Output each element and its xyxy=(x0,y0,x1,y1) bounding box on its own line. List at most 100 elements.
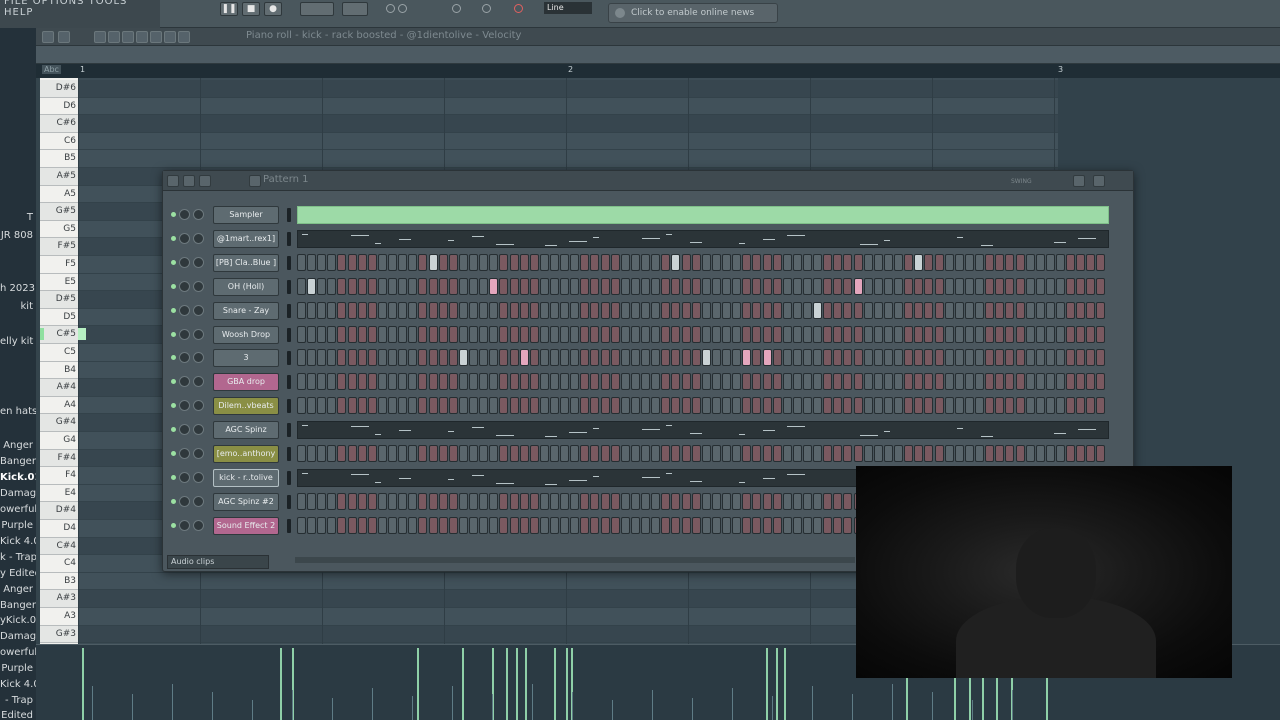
velocity-bar[interactable] xyxy=(532,684,533,720)
channel-select-bar[interactable] xyxy=(287,255,291,270)
step-button[interactable] xyxy=(1066,373,1076,391)
step-button[interactable] xyxy=(934,325,944,343)
velocity-bar[interactable] xyxy=(506,648,508,720)
step-button[interactable] xyxy=(297,492,306,510)
step-button[interactable] xyxy=(894,325,904,343)
step-button[interactable] xyxy=(681,349,691,367)
step-button[interactable] xyxy=(519,445,529,462)
step-button[interactable] xyxy=(408,445,418,462)
pan-knob[interactable] xyxy=(193,232,204,244)
step-button[interactable] xyxy=(752,397,762,415)
step-button[interactable] xyxy=(327,516,337,534)
step-button[interactable] xyxy=(539,277,549,295)
step-button[interactable] xyxy=(509,492,519,510)
step-button[interactable] xyxy=(701,349,711,367)
tempo-display[interactable] xyxy=(300,2,334,16)
step-button[interactable] xyxy=(448,301,458,319)
step-button[interactable] xyxy=(1076,397,1086,415)
step-button[interactable] xyxy=(843,325,853,343)
piano-key[interactable]: A5 xyxy=(40,186,78,204)
step-button[interactable] xyxy=(1045,373,1055,391)
step-button[interactable] xyxy=(823,397,833,415)
step-button[interactable] xyxy=(398,349,408,367)
step-button[interactable] xyxy=(1015,373,1025,391)
step-button[interactable] xyxy=(691,397,701,415)
step-button[interactable] xyxy=(813,492,823,510)
step-button[interactable] xyxy=(590,373,600,391)
step-button[interactable] xyxy=(995,349,1005,367)
step-button[interactable] xyxy=(924,445,934,462)
step-button[interactable] xyxy=(1005,397,1015,415)
step-button[interactable] xyxy=(509,373,519,391)
step-button[interactable] xyxy=(529,492,539,510)
step-button[interactable] xyxy=(722,349,732,367)
step-button[interactable] xyxy=(1015,301,1025,319)
step-button[interactable] xyxy=(711,277,721,295)
step-button[interactable] xyxy=(752,325,762,343)
step-button[interactable] xyxy=(732,445,742,462)
step-button[interactable] xyxy=(357,373,367,391)
step-button[interactable] xyxy=(560,373,570,391)
step-button[interactable] xyxy=(1096,445,1106,462)
step-button[interactable] xyxy=(772,397,782,415)
step-button[interactable] xyxy=(701,277,711,295)
step-button[interactable] xyxy=(863,373,873,391)
step-button[interactable] xyxy=(742,277,752,295)
step-button[interactable] xyxy=(752,373,762,391)
step-button[interactable] xyxy=(297,277,306,295)
step-button[interactable] xyxy=(975,373,985,391)
velocity-bar[interactable] xyxy=(852,694,853,720)
velocity-bar[interactable] xyxy=(972,700,973,720)
velocity-bar[interactable] xyxy=(252,700,253,720)
volume-knob[interactable] xyxy=(179,232,190,244)
piano-key[interactable]: D5 xyxy=(40,309,78,327)
step-button[interactable] xyxy=(388,325,398,343)
browser-item[interactable]: Purple xyxy=(0,520,36,531)
pan-knob[interactable] xyxy=(193,328,204,340)
step-button[interactable] xyxy=(742,492,752,510)
step-button[interactable] xyxy=(570,349,580,367)
step-button[interactable] xyxy=(1086,349,1096,367)
step-button[interactable] xyxy=(509,516,519,534)
step-button[interactable] xyxy=(347,277,357,295)
velocity-bar[interactable] xyxy=(292,690,293,720)
browser-item[interactable]: Kick.01 xyxy=(0,472,36,483)
step-button[interactable] xyxy=(1096,325,1106,343)
step-button[interactable] xyxy=(853,397,863,415)
step-button[interactable] xyxy=(995,325,1005,343)
step-button[interactable] xyxy=(722,445,732,462)
step-button[interactable] xyxy=(863,445,873,462)
step-button[interactable] xyxy=(367,277,377,295)
step-button[interactable] xyxy=(1035,373,1045,391)
step-button[interactable] xyxy=(327,301,337,319)
step-button[interactable] xyxy=(428,301,438,319)
loop-record-icon[interactable] xyxy=(482,4,491,13)
step-button[interactable] xyxy=(792,516,802,534)
step-button[interactable] xyxy=(772,277,782,295)
step-button[interactable] xyxy=(914,277,924,295)
browser-item[interactable]: JR 808 xyxy=(0,230,36,241)
step-button[interactable] xyxy=(479,277,489,295)
volume-knob[interactable] xyxy=(179,519,190,531)
step-button[interactable] xyxy=(539,492,549,510)
step-button[interactable] xyxy=(580,445,590,462)
step-button[interactable] xyxy=(297,301,306,319)
step-button[interactable] xyxy=(367,301,377,319)
step-button[interactable] xyxy=(883,253,893,271)
piano-key[interactable]: B5 xyxy=(40,150,78,168)
step-button[interactable] xyxy=(863,253,873,271)
step-button[interactable] xyxy=(1035,253,1045,271)
step-button[interactable] xyxy=(297,516,306,534)
step-button[interactable] xyxy=(1076,277,1086,295)
pan-knob[interactable] xyxy=(193,256,204,268)
step-button[interactable] xyxy=(651,445,661,462)
step-button[interactable] xyxy=(307,301,317,319)
step-button[interactable] xyxy=(651,277,661,295)
step-button[interactable] xyxy=(469,373,479,391)
step-button[interactable] xyxy=(691,325,701,343)
volume-knob[interactable] xyxy=(179,209,190,220)
step-button[interactable] xyxy=(641,301,651,319)
step-button[interactable] xyxy=(985,373,995,391)
step-button[interactable] xyxy=(560,301,570,319)
piano-key[interactable]: G5 xyxy=(40,221,78,239)
